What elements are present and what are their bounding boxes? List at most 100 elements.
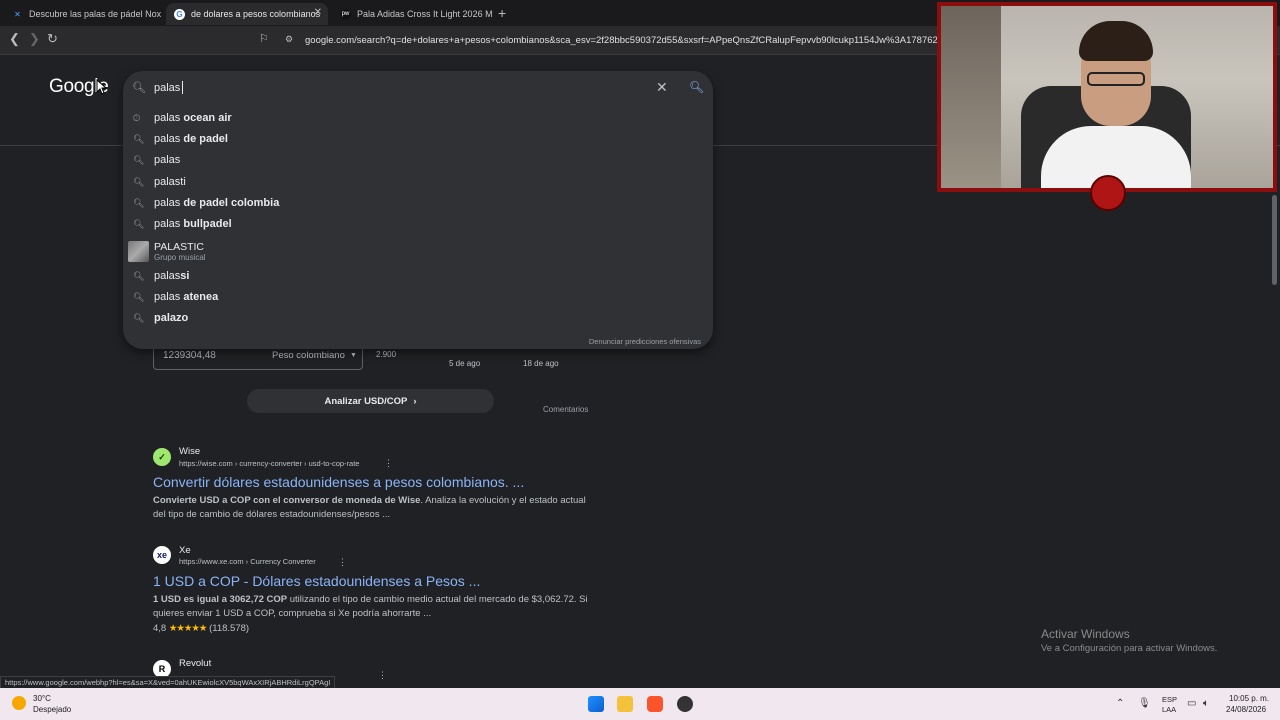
network-icon[interactable]: ▭ xyxy=(1187,698,1196,709)
suggestion-item[interactable]: 🔍︎ palas bullpadel xyxy=(123,214,713,235)
activate-windows-title: Activar Windows xyxy=(1041,627,1130,641)
search-autocomplete: 🔍︎ palas ✕ 🔍︎ 🕓︎ palas ocean air 🔍︎ pala… xyxy=(123,71,713,349)
suggestion-item[interactable]: 🕓︎ palas ocean air xyxy=(123,108,713,129)
page-scrollbar[interactable] xyxy=(1272,195,1277,285)
suggestion-bold: atenea xyxy=(183,291,219,303)
nox-favicon-icon: ✕ xyxy=(14,9,21,19)
chart-date-label: 5 de ago xyxy=(449,359,481,368)
feedback-link[interactable]: Comentarios xyxy=(543,405,588,414)
more-options-icon[interactable]: ⋮ xyxy=(338,557,347,568)
language-indicator[interactable]: ESP xyxy=(1162,695,1177,704)
new-tab-button[interactable]: + xyxy=(498,5,506,21)
result-site-name[interactable]: Xe xyxy=(179,545,191,556)
search-input[interactable]: palas xyxy=(154,82,180,94)
clock-date[interactable]: 24/08/2026 xyxy=(1226,705,1266,714)
obs-studio-icon[interactable] xyxy=(677,696,693,712)
suggestion-item[interactable]: 🔍︎ palassi xyxy=(123,266,713,287)
suggestion-bold: palazo xyxy=(154,312,189,324)
file-explorer-icon[interactable] xyxy=(617,696,633,712)
search-input-row[interactable]: 🔍︎ palas ✕ 🔍︎ xyxy=(123,71,713,105)
suggestion-item[interactable]: 🔍︎ palas atenea xyxy=(123,287,713,308)
suggestion-prefix: palas xyxy=(154,154,181,166)
clear-search-icon[interactable]: ✕ xyxy=(656,79,668,96)
suggestion-prefix: palas xyxy=(154,218,181,230)
tab-google[interactable]: G de dolares a pesos colombianos ✕ xyxy=(166,3,328,25)
result-site-name[interactable]: Revolut xyxy=(179,658,211,669)
search-icon: 🔍︎ xyxy=(133,134,145,144)
text-caret xyxy=(182,81,183,94)
keyboard-layout-indicator[interactable]: LAA xyxy=(1162,705,1176,714)
suggestion-item[interactable]: 🔍︎ palas xyxy=(123,150,713,171)
volume-icon[interactable]: 🔈︎ xyxy=(1203,698,1209,709)
microphone-icon[interactable]: 🎙︎ xyxy=(1138,698,1151,709)
result-snippet: 1 USD es igual a 3062,72 COP utilizando … xyxy=(153,593,593,621)
search-icon: 🔍︎ xyxy=(133,155,145,165)
more-options-icon[interactable]: ⋮ xyxy=(384,458,393,469)
address-bar[interactable]: google.com/search?q=de+dolares+a+pesos+c… xyxy=(305,29,985,51)
analyze-usd-cop-button[interactable]: Analizar USD/COP › xyxy=(247,389,494,413)
windows-taskbar xyxy=(0,688,1280,720)
search-icon: 🔍︎ xyxy=(133,292,145,302)
suggestion-item[interactable]: 🔍︎ palasti xyxy=(123,172,713,193)
suggestion-bold: bullpadel xyxy=(183,218,232,230)
activate-windows-subtitle: Ve a Configuración para activar Windows. xyxy=(1041,643,1218,654)
snippet-bold: Convierte USD a COP con el conversor de … xyxy=(153,495,421,506)
weather-temp[interactable]: 30°C xyxy=(33,694,51,703)
google-favicon-icon: G xyxy=(174,8,185,20)
chart-date-label: 18 de ago xyxy=(523,359,559,368)
forward-arrow-icon[interactable]: ❯ xyxy=(29,31,40,47)
result-title-link[interactable]: Convertir dólares estadounidenses a peso… xyxy=(153,474,524,490)
webcam-feed xyxy=(941,6,1273,188)
result-snippet: Convierte USD a COP con el conversor de … xyxy=(153,494,593,522)
start-windows-icon[interactable] xyxy=(588,696,604,712)
more-options-icon[interactable]: ⋮ xyxy=(378,670,387,681)
glasses xyxy=(1087,72,1145,86)
xe-logo-icon: xe xyxy=(153,546,171,564)
result-url[interactable]: https://wise.com › currency-converter › … xyxy=(179,459,359,468)
channel-logo-icon xyxy=(1090,175,1126,211)
weather-moon-icon[interactable] xyxy=(12,696,26,710)
report-predictions-link[interactable]: Denunciar predicciones ofensivas xyxy=(589,337,701,346)
site-info-icon[interactable]: ⚙ xyxy=(285,34,293,45)
amount-input-value: 1239304,48 xyxy=(163,350,216,361)
suggestion-item[interactable]: 🔍︎ palas de padel xyxy=(123,129,713,150)
result-title-link[interactable]: 1 USD a COP - Dólares estadounidenses a … xyxy=(153,573,480,589)
suggestion-bold: de padel colombia xyxy=(183,197,280,209)
brave-browser-icon[interactable] xyxy=(647,696,663,712)
rating-row: 4,8 ★★★★★ (118.578) xyxy=(153,623,249,634)
reload-icon[interactable]: ↻ xyxy=(47,31,58,47)
search-submit-icon[interactable]: 🔍︎ xyxy=(689,80,704,94)
search-icon: 🔍︎ xyxy=(133,313,145,323)
tab-label: Pala Adidas Cross It Light 2026 Marta xyxy=(357,9,492,19)
search-icon: 🔍︎ xyxy=(133,198,145,208)
review-count: (118.578) xyxy=(209,623,250,634)
tab-nox[interactable]: ✕ Descubre las palas de pádel Nox 202 xyxy=(4,3,162,25)
suggestion-bold: si xyxy=(180,270,190,282)
currency-select[interactable]: Peso colombiano xyxy=(272,350,345,361)
search-icon: 🔍︎ xyxy=(133,271,145,281)
clock-time[interactable]: 10:05 p. m. xyxy=(1229,694,1269,703)
search-icon: 🔍︎ xyxy=(132,82,146,94)
dropdown-caret-icon: ▼ xyxy=(350,352,357,359)
suggestion-bold: de padel xyxy=(183,133,228,145)
entity-suggestion-subtitle: Grupo musical xyxy=(154,253,206,262)
mouse-cursor-icon xyxy=(96,79,108,95)
analyze-label: Analizar USD/COP xyxy=(324,395,408,407)
entity-suggestion-title[interactable]: PALASTIC xyxy=(154,241,204,253)
result-url[interactable]: https://www.xe.com › Currency Converter xyxy=(179,557,316,566)
back-arrow-icon[interactable]: ❮ xyxy=(9,31,20,47)
show-hidden-icons-chevron-icon[interactable]: ⌃ xyxy=(1116,698,1124,709)
bookmark-icon[interactable]: ⚐ xyxy=(259,32,269,45)
address-url: google.com/search?q=de+dolares+a+pesos+c… xyxy=(305,34,962,46)
palastic-thumbnail xyxy=(128,241,149,262)
suggestion-item[interactable]: 🔍︎ palas de padel colombia xyxy=(123,193,713,214)
rating-value: 4,8 xyxy=(153,623,167,634)
weather-desc[interactable]: Despejado xyxy=(33,705,71,714)
result-site-name[interactable]: Wise xyxy=(179,446,200,457)
chevron-right-icon: › xyxy=(413,395,417,407)
snippet-bold: 1 USD es igual a 3062,72 COP xyxy=(153,594,288,605)
suggestion-item[interactable]: 🔍︎ palazo xyxy=(123,308,713,329)
tab-adidas[interactable]: pw Pala Adidas Cross It Light 2026 Marta xyxy=(332,3,492,25)
padel-favicon-icon: pw xyxy=(340,8,351,20)
close-tab-icon[interactable]: ✕ xyxy=(314,7,322,18)
